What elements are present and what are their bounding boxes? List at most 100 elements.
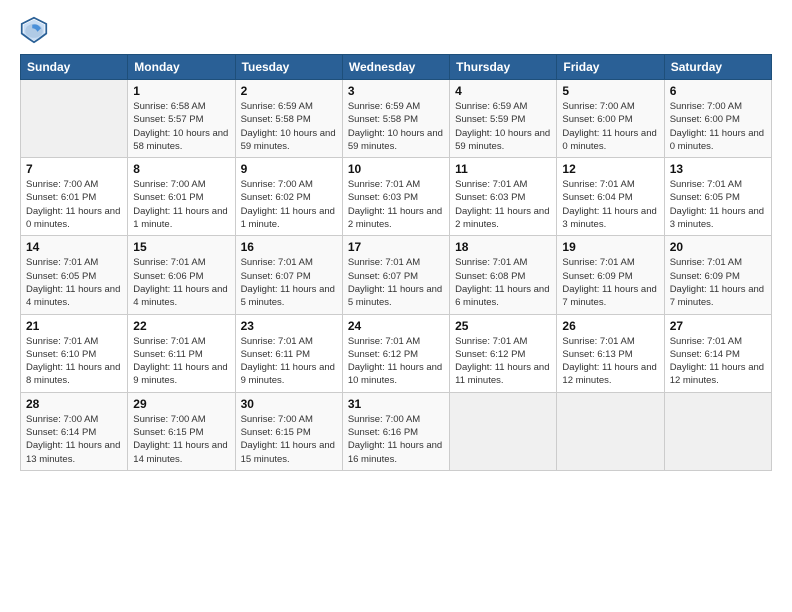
calendar-cell: 26Sunrise: 7:01 AMSunset: 6:13 PMDayligh… bbox=[557, 314, 664, 392]
calendar-cell: 31 Sunrise: 7:00 AMSunset: 6:16 PMDayligh… bbox=[342, 392, 449, 470]
day-number: 16 bbox=[241, 240, 337, 254]
calendar-cell: 18 Sunrise: 7:01 AMSunset: 6:08 PMDayligh… bbox=[450, 236, 557, 314]
day-info: Sunrise: 7:00 AMSunset: 6:14 PMDaylight:… bbox=[26, 413, 122, 466]
day-info: Sunrise: 7:01 AMSunset: 6:08 PMDaylight:… bbox=[455, 256, 551, 309]
day-info: Sunrise: 7:00 AMSunset: 6:15 PMDaylight:… bbox=[133, 413, 229, 466]
calendar-cell: 14 Sunrise: 7:01 AMSunset: 6:05 PMDayligh… bbox=[21, 236, 128, 314]
calendar-cell: 29 Sunrise: 7:00 AMSunset: 6:15 PMDayligh… bbox=[128, 392, 235, 470]
weekday-header-tuesday: Tuesday bbox=[235, 55, 342, 80]
calendar-cell: 25 Sunrise: 7:01 AMSunset: 6:12 PMDayligh… bbox=[450, 314, 557, 392]
calendar-cell: 27 Sunrise: 7:01 AMSunset: 6:14 PMDayligh… bbox=[664, 314, 771, 392]
calendar-cell bbox=[21, 80, 128, 158]
calendar-cell: 19Sunrise: 7:01 AMSunset: 6:09 PMDayligh… bbox=[557, 236, 664, 314]
day-number: 25 bbox=[455, 319, 551, 333]
day-info: Sunrise: 7:00 AMSunset: 6:16 PMDaylight:… bbox=[348, 413, 444, 466]
day-info: Sunrise: 7:01 AMSunset: 6:04 PMDaylight:… bbox=[562, 178, 658, 231]
day-info: Sunrise: 7:00 AMSunset: 6:01 PMDaylight:… bbox=[26, 178, 122, 231]
day-info: Sunrise: 7:01 AMSunset: 6:09 PMDaylight:… bbox=[670, 256, 766, 309]
day-info: Sunrise: 7:01 AMSunset: 6:06 PMDaylight:… bbox=[133, 256, 229, 309]
day-info: Sunrise: 7:00 AMSunset: 6:01 PMDaylight:… bbox=[133, 178, 229, 231]
day-info: Sunrise: 7:01 AMSunset: 6:05 PMDaylight:… bbox=[26, 256, 122, 309]
day-info: Sunrise: 6:58 AMSunset: 5:57 PMDaylight:… bbox=[133, 100, 229, 153]
day-number: 22 bbox=[133, 319, 229, 333]
weekday-header-row: SundayMondayTuesdayWednesdayThursdayFrid… bbox=[21, 55, 772, 80]
day-info: Sunrise: 6:59 AMSunset: 5:59 PMDaylight:… bbox=[455, 100, 551, 153]
day-number: 24 bbox=[348, 319, 444, 333]
day-number: 7 bbox=[26, 162, 122, 176]
calendar-cell: 23Sunrise: 7:01 AMSunset: 6:11 PMDayligh… bbox=[235, 314, 342, 392]
calendar-cell: 17 Sunrise: 7:01 AMSunset: 6:07 PMDayligh… bbox=[342, 236, 449, 314]
calendar-cell: 22 Sunrise: 7:01 AMSunset: 6:11 PMDayligh… bbox=[128, 314, 235, 392]
day-info: Sunrise: 7:01 AMSunset: 6:07 PMDaylight:… bbox=[241, 256, 337, 309]
weekday-header-saturday: Saturday bbox=[664, 55, 771, 80]
page: SundayMondayTuesdayWednesdayThursdayFrid… bbox=[0, 0, 792, 481]
header-row bbox=[20, 16, 772, 44]
calendar-cell: 5Sunrise: 7:00 AMSunset: 6:00 PMDaylight… bbox=[557, 80, 664, 158]
calendar-cell: 4 Sunrise: 6:59 AMSunset: 5:59 PMDaylight… bbox=[450, 80, 557, 158]
calendar-cell: 9Sunrise: 7:00 AMSunset: 6:02 PMDaylight… bbox=[235, 158, 342, 236]
calendar-week-0: 1 Sunrise: 6:58 AMSunset: 5:57 PMDaylight… bbox=[21, 80, 772, 158]
day-info: Sunrise: 7:01 AMSunset: 6:14 PMDaylight:… bbox=[670, 335, 766, 388]
day-info: Sunrise: 7:01 AMSunset: 6:03 PMDaylight:… bbox=[455, 178, 551, 231]
day-info: Sunrise: 7:01 AMSunset: 6:13 PMDaylight:… bbox=[562, 335, 658, 388]
calendar-cell: 24 Sunrise: 7:01 AMSunset: 6:12 PMDayligh… bbox=[342, 314, 449, 392]
day-info: Sunrise: 6:59 AMSunset: 5:58 PMDaylight:… bbox=[241, 100, 337, 153]
day-info: Sunrise: 6:59 AMSunset: 5:58 PMDaylight:… bbox=[348, 100, 444, 153]
calendar-cell: 15 Sunrise: 7:01 AMSunset: 6:06 PMDayligh… bbox=[128, 236, 235, 314]
day-info: Sunrise: 7:01 AMSunset: 6:11 PMDaylight:… bbox=[133, 335, 229, 388]
day-info: Sunrise: 7:01 AMSunset: 6:10 PMDaylight:… bbox=[26, 335, 122, 388]
calendar-cell: 21 Sunrise: 7:01 AMSunset: 6:10 PMDayligh… bbox=[21, 314, 128, 392]
day-number: 27 bbox=[670, 319, 766, 333]
day-number: 8 bbox=[133, 162, 229, 176]
calendar-cell bbox=[664, 392, 771, 470]
calendar-cell bbox=[450, 392, 557, 470]
day-number: 31 bbox=[348, 397, 444, 411]
calendar-body: 1 Sunrise: 6:58 AMSunset: 5:57 PMDaylight… bbox=[21, 80, 772, 471]
calendar-cell: 11 Sunrise: 7:01 AMSunset: 6:03 PMDayligh… bbox=[450, 158, 557, 236]
weekday-header-thursday: Thursday bbox=[450, 55, 557, 80]
calendar-week-2: 14 Sunrise: 7:01 AMSunset: 6:05 PMDayligh… bbox=[21, 236, 772, 314]
day-number: 2 bbox=[241, 84, 337, 98]
logo-icon bbox=[20, 16, 48, 44]
day-number: 1 bbox=[133, 84, 229, 98]
day-number: 4 bbox=[455, 84, 551, 98]
day-number: 23 bbox=[241, 319, 337, 333]
calendar-cell: 13 Sunrise: 7:01 AMSunset: 6:05 PMDayligh… bbox=[664, 158, 771, 236]
day-number: 19 bbox=[562, 240, 658, 254]
day-number: 21 bbox=[26, 319, 122, 333]
calendar-cell bbox=[557, 392, 664, 470]
weekday-header-monday: Monday bbox=[128, 55, 235, 80]
calendar-cell: 7 Sunrise: 7:00 AMSunset: 6:01 PMDaylight… bbox=[21, 158, 128, 236]
day-number: 30 bbox=[241, 397, 337, 411]
day-number: 14 bbox=[26, 240, 122, 254]
calendar-table: SundayMondayTuesdayWednesdayThursdayFrid… bbox=[20, 54, 772, 471]
calendar-week-3: 21 Sunrise: 7:01 AMSunset: 6:10 PMDayligh… bbox=[21, 314, 772, 392]
day-number: 6 bbox=[670, 84, 766, 98]
calendar-header: SundayMondayTuesdayWednesdayThursdayFrid… bbox=[21, 55, 772, 80]
calendar-cell: 10 Sunrise: 7:01 AMSunset: 6:03 PMDayligh… bbox=[342, 158, 449, 236]
day-number: 15 bbox=[133, 240, 229, 254]
calendar-cell: 30 Sunrise: 7:00 AMSunset: 6:15 PMDayligh… bbox=[235, 392, 342, 470]
calendar-cell: 1 Sunrise: 6:58 AMSunset: 5:57 PMDaylight… bbox=[128, 80, 235, 158]
day-info: Sunrise: 7:01 AMSunset: 6:12 PMDaylight:… bbox=[348, 335, 444, 388]
calendar-cell: 8 Sunrise: 7:00 AMSunset: 6:01 PMDaylight… bbox=[128, 158, 235, 236]
day-number: 10 bbox=[348, 162, 444, 176]
calendar-week-4: 28Sunrise: 7:00 AMSunset: 6:14 PMDayligh… bbox=[21, 392, 772, 470]
calendar-cell: 2 Sunrise: 6:59 AMSunset: 5:58 PMDaylight… bbox=[235, 80, 342, 158]
calendar-cell: 16 Sunrise: 7:01 AMSunset: 6:07 PMDayligh… bbox=[235, 236, 342, 314]
day-number: 18 bbox=[455, 240, 551, 254]
weekday-header-wednesday: Wednesday bbox=[342, 55, 449, 80]
day-number: 13 bbox=[670, 162, 766, 176]
day-number: 11 bbox=[455, 162, 551, 176]
day-info: Sunrise: 7:01 AMSunset: 6:12 PMDaylight:… bbox=[455, 335, 551, 388]
day-info: Sunrise: 7:00 AMSunset: 6:15 PMDaylight:… bbox=[241, 413, 337, 466]
day-number: 29 bbox=[133, 397, 229, 411]
calendar-cell: 3 Sunrise: 6:59 AMSunset: 5:58 PMDaylight… bbox=[342, 80, 449, 158]
day-info: Sunrise: 7:01 AMSunset: 6:05 PMDaylight:… bbox=[670, 178, 766, 231]
day-number: 17 bbox=[348, 240, 444, 254]
day-number: 3 bbox=[348, 84, 444, 98]
weekday-header-sunday: Sunday bbox=[21, 55, 128, 80]
day-info: Sunrise: 7:01 AMSunset: 6:07 PMDaylight:… bbox=[348, 256, 444, 309]
day-info: Sunrise: 7:01 AMSunset: 6:03 PMDaylight:… bbox=[348, 178, 444, 231]
calendar-cell: 20Sunrise: 7:01 AMSunset: 6:09 PMDayligh… bbox=[664, 236, 771, 314]
